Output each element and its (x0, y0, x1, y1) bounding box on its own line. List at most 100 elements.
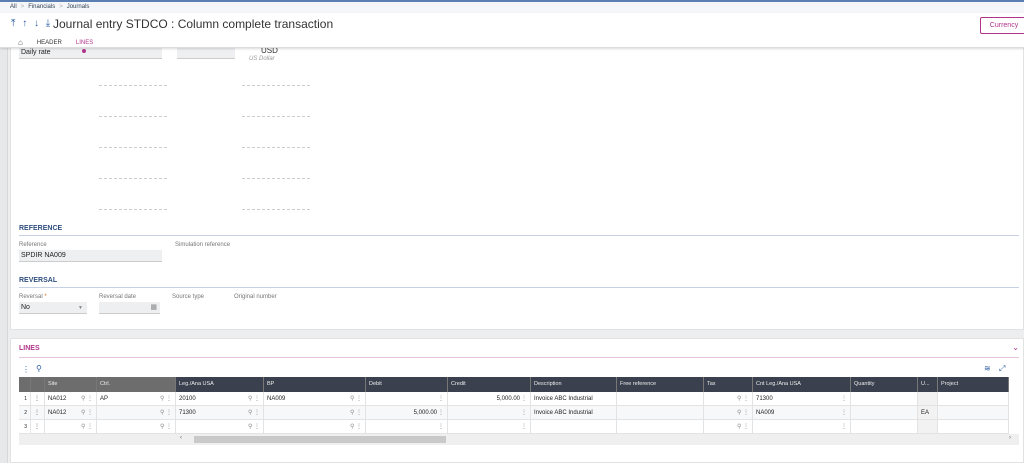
grid-cell[interactable]: Invoice ABC Industrial (531, 392, 617, 406)
calendar-icon[interactable]: ▦ (150, 302, 157, 314)
column-header[interactable]: Free reference (617, 377, 704, 392)
collapse-chevron-icon[interactable]: ⌄ (1012, 343, 1019, 352)
lookup-search-icon[interactable]: ⚲ ⋮ (737, 392, 749, 406)
lookup-search-icon[interactable]: ⚲ ⋮ (248, 406, 260, 420)
tab-header[interactable]: HEADER (37, 40, 62, 46)
cell-menu-icon[interactable]: ⋮ (521, 406, 527, 420)
cell-menu-icon[interactable]: ⋮ (438, 406, 444, 420)
grid-cell[interactable]: AP ⚲ ⋮ (97, 392, 176, 406)
grid-cell[interactable]: 71300 ⋮ (753, 392, 851, 406)
grid-cell[interactable]: ⚲ ⋮ (45, 420, 97, 434)
grid-cell[interactable] (851, 406, 918, 420)
reference-field[interactable]: SPDIR NA009 (19, 250, 162, 262)
cell-menu-icon[interactable]: ⋮ (841, 392, 847, 406)
grid-cell[interactable]: NA012 ⚲ ⋮ (45, 392, 97, 406)
grid-cell[interactable]: ⚲ ⋮ (97, 420, 176, 434)
scroll-left-icon[interactable]: ‹ (180, 435, 182, 441)
grid-cell[interactable]: ⋮ (448, 420, 531, 434)
scrollbar-thumb[interactable] (194, 436, 446, 443)
cell-menu-icon[interactable]: ⋮ (521, 420, 527, 434)
grid-cell[interactable] (938, 420, 1009, 434)
lookup-search-icon[interactable]: ⚲ ⋮ (248, 420, 260, 434)
grid-cell[interactable]: NA009 ⋮ (753, 406, 851, 420)
lookup-search-icon[interactable]: ⚲ ⋮ (737, 406, 749, 420)
lookup-search-icon[interactable]: ⚲ ⋮ (81, 392, 93, 406)
grid-cell[interactable]: 71300 ⚲ ⋮ (176, 406, 264, 420)
grid-cell[interactable] (851, 392, 918, 406)
grid-cell[interactable] (918, 392, 938, 406)
grid-cell[interactable]: ⚲ ⋮ (704, 406, 753, 420)
grid-cell[interactable]: ⚲ ⋮ (264, 420, 366, 434)
grid-cell[interactable]: Invoice ABC Industrial (531, 406, 617, 420)
column-header[interactable]: Quantity (851, 377, 918, 392)
row-menu-icon[interactable]: ⋮ (31, 392, 45, 406)
grid-cell[interactable]: NA009 ⚲ ⋮ (264, 392, 366, 406)
breadcrumb-financials[interactable]: Financials (28, 4, 55, 10)
expand-icon[interactable]: ⤢ (999, 364, 1005, 374)
grid-cell[interactable]: ⋮ (753, 420, 851, 434)
grid-cell[interactable]: NA012 ⚲ ⋮ (45, 406, 97, 420)
grid-cell[interactable]: ⋮ (366, 420, 448, 434)
lookup-search-icon[interactable]: ⚲ ⋮ (248, 392, 260, 406)
column-header[interactable]: BP (264, 377, 366, 392)
tab-lines[interactable]: LINES (76, 40, 93, 53)
grid-cell[interactable]: ⚲ ⋮ (264, 406, 366, 420)
search-icon[interactable]: ⚲ (36, 364, 42, 373)
row-menu-icon[interactable]: ⋮ (31, 406, 45, 420)
column-header[interactable]: Ctrl. (97, 377, 176, 392)
layers-icon[interactable]: ≋ (984, 364, 991, 373)
grid-cell[interactable] (531, 420, 617, 434)
cell-menu-icon[interactable]: ⋮ (841, 406, 847, 420)
rate-date-field[interactable] (177, 47, 235, 59)
grid-cell[interactable] (617, 392, 704, 406)
lookup-search-icon[interactable]: ⚲ ⋮ (81, 420, 93, 434)
grid-cell[interactable]: 20100 ⚲ ⋮ (176, 392, 264, 406)
grid-cell[interactable]: 5,000.00 ⋮ (448, 392, 531, 406)
currency-button[interactable]: Currency (980, 17, 1024, 34)
lookup-search-icon[interactable]: ⚲ ⋮ (350, 406, 362, 420)
reversal-date-field[interactable]: ▦ (99, 302, 160, 314)
column-header[interactable]: Tax (704, 377, 753, 392)
cell-menu-icon[interactable]: ⋮ (521, 392, 527, 406)
record-navigation-icons[interactable]: ⤒ ↑ ↓ ⤓ (11, 18, 52, 29)
breadcrumb-all[interactable]: All (10, 4, 17, 10)
lookup-search-icon[interactable]: ⚲ ⋮ (350, 420, 362, 434)
column-header[interactable]: Leg./Ana USA (176, 377, 264, 392)
grid-menu-icon[interactable]: ⋮ (22, 365, 30, 374)
grid-cell[interactable] (617, 406, 704, 420)
lookup-search-icon[interactable]: ⚲ ⋮ (160, 420, 172, 434)
lookup-search-icon[interactable]: ⚲ ⋮ (81, 406, 93, 420)
column-header[interactable]: Cnt Leg./Ana USA (753, 377, 851, 392)
column-header[interactable]: Site (45, 377, 97, 392)
row-menu-icon[interactable]: ⋮ (31, 420, 45, 434)
lookup-search-icon[interactable]: ⚲ ⋮ (737, 420, 749, 434)
grid-cell[interactable]: 5,000.00 ⋮ (366, 406, 448, 420)
cell-menu-icon[interactable]: ⋮ (841, 420, 847, 434)
column-header[interactable]: Credit (448, 377, 531, 392)
horizontal-scrollbar[interactable]: ‹ › (19, 434, 1019, 445)
column-header[interactable]: Description (531, 377, 617, 392)
breadcrumb-journals[interactable]: Journals (67, 4, 90, 10)
lookup-search-icon[interactable]: ⚲ ⋮ (160, 392, 172, 406)
grid-cell[interactable] (918, 420, 938, 434)
home-icon[interactable]: ⌂ (18, 38, 23, 47)
grid-cell[interactable] (617, 420, 704, 434)
grid-cell[interactable]: ⋮ (448, 406, 531, 420)
lookup-search-icon[interactable]: ⚲ ⋮ (160, 406, 172, 420)
grid-cell[interactable]: ⚲ ⋮ (704, 420, 753, 434)
grid-cell[interactable]: ⚲ ⋮ (704, 392, 753, 406)
reversal-select[interactable]: No ▼ (19, 302, 87, 314)
grid-cell[interactable] (938, 392, 1009, 406)
lookup-search-icon[interactable]: ⚲ ⋮ (350, 392, 362, 406)
grid-cell[interactable]: ⚲ ⋮ (97, 406, 176, 420)
column-header[interactable]: Debit (366, 377, 448, 392)
left-panel-handle[interactable] (0, 48, 8, 463)
grid-cell[interactable]: ⋮ (366, 392, 448, 406)
column-header[interactable]: Project (938, 377, 1009, 392)
grid-cell[interactable] (851, 420, 918, 434)
grid-cell[interactable]: EA (918, 406, 938, 420)
cell-menu-icon[interactable]: ⋮ (438, 392, 444, 406)
grid-cell[interactable] (938, 406, 1009, 420)
grid-cell[interactable]: ⚲ ⋮ (176, 420, 264, 434)
rate-type-field[interactable]: Daily rate (19, 47, 162, 59)
